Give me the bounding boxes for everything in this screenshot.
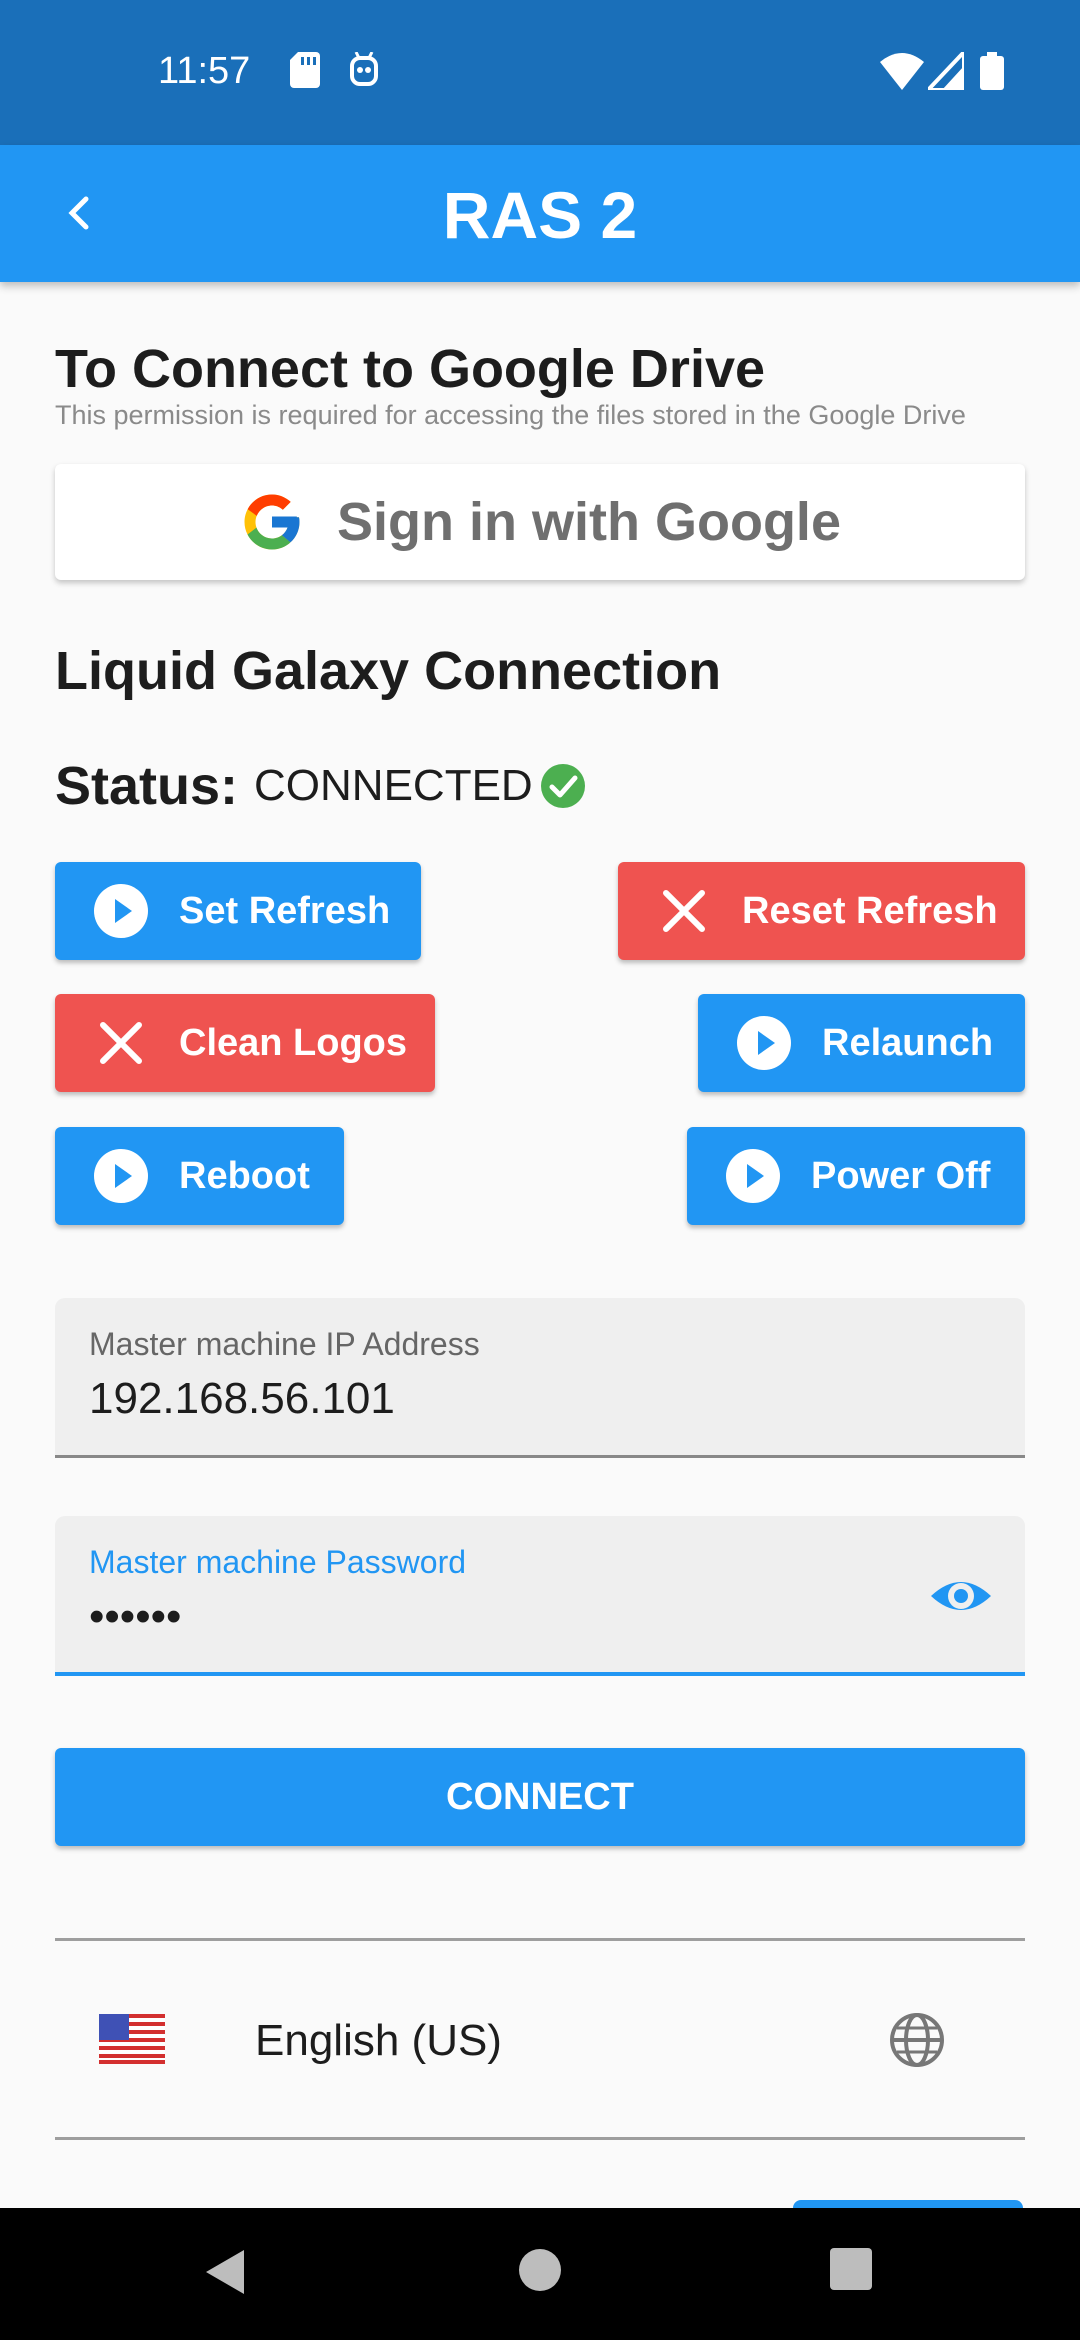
app-bar: RAS 2 xyxy=(0,145,1080,282)
status-bar: 11:57 xyxy=(0,0,1080,145)
page-title: RAS 2 xyxy=(442,178,638,252)
robot-icon xyxy=(350,52,378,86)
close-icon xyxy=(100,1022,142,1064)
status-label: Status: xyxy=(55,756,239,816)
close-icon xyxy=(663,890,705,932)
divider xyxy=(55,2137,1025,2140)
us-flag-icon xyxy=(99,2014,165,2064)
drive-heading: To Connect to Google Drive xyxy=(55,339,766,399)
google-sign-in-button[interactable]: Sign in with Google xyxy=(55,464,1025,580)
check-circle-icon xyxy=(540,764,585,808)
reboot-label: Reboot xyxy=(179,1154,310,1197)
relaunch-label: Relaunch xyxy=(822,1021,994,1064)
battery-icon xyxy=(980,52,1004,90)
nav-recents-icon[interactable] xyxy=(830,2248,872,2290)
nav-back-icon[interactable] xyxy=(204,2248,246,2296)
password-field-underline xyxy=(55,1672,1025,1676)
reset-refresh-label: Reset Refresh xyxy=(742,889,998,932)
system-navigation-bar xyxy=(0,2208,1080,2340)
google-sign-in-label: Sign in with Google xyxy=(337,492,841,552)
lg-connection-heading: Liquid Galaxy Connection xyxy=(55,641,722,701)
sd-card-icon xyxy=(290,52,320,88)
clean-logos-label: Clean Logos xyxy=(179,1021,408,1064)
play-circle-icon xyxy=(737,1016,791,1070)
set-refresh-label: Set Refresh xyxy=(179,889,391,932)
ip-address-value[interactable]: 192.168.56.101 xyxy=(89,1374,395,1424)
cell-signal-icon xyxy=(928,52,964,90)
play-circle-icon xyxy=(94,1149,148,1203)
ip-field-underline xyxy=(55,1455,1025,1458)
nav-home-icon[interactable] xyxy=(518,2248,562,2292)
play-circle-icon xyxy=(94,884,148,938)
drive-subtext: This permission is required for accessin… xyxy=(55,400,966,430)
password-label: Master machine Password xyxy=(89,1544,467,1580)
power-off-button[interactable]: Power Off xyxy=(687,1127,1025,1225)
divider xyxy=(55,1938,1025,1941)
visibility-eye-icon[interactable] xyxy=(929,1568,993,1624)
language-selector[interactable]: English (US) xyxy=(55,1942,1025,2138)
set-refresh-button[interactable]: Set Refresh xyxy=(55,862,421,960)
globe-icon xyxy=(890,2013,944,2067)
status-value: CONNECTED xyxy=(254,761,533,810)
password-value[interactable]: •••••• xyxy=(89,1592,181,1642)
google-logo-icon xyxy=(244,494,300,550)
play-circle-icon xyxy=(726,1149,780,1203)
wifi-icon xyxy=(880,53,924,90)
connect-button[interactable]: CONNECT xyxy=(55,1748,1025,1846)
ip-address-field[interactable]: Master machine IP Address 192.168.56.101 xyxy=(55,1298,1025,1458)
clean-logos-button[interactable]: Clean Logos xyxy=(55,994,435,1092)
reboot-button[interactable]: Reboot xyxy=(55,1127,344,1225)
reset-refresh-button[interactable]: Reset Refresh xyxy=(618,862,1025,960)
ip-address-label: Master machine IP Address xyxy=(89,1326,480,1362)
relaunch-button[interactable]: Relaunch xyxy=(698,994,1025,1092)
power-off-label: Power Off xyxy=(811,1154,991,1197)
language-label: English (US) xyxy=(255,2016,502,2065)
connection-status: Status: CONNECTED xyxy=(55,755,587,817)
password-field[interactable]: Master machine Password •••••• xyxy=(55,1516,1025,1676)
status-time: 11:57 xyxy=(158,50,251,92)
